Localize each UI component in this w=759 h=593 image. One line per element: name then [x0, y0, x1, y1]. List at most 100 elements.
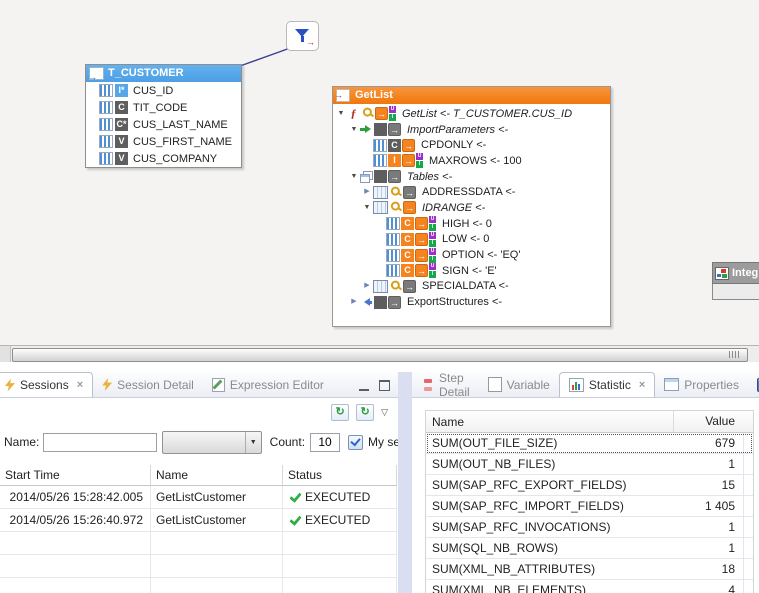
view-tab-step-detail[interactable]: Step Detail: [412, 372, 479, 397]
t-customer-datastore[interactable]: T_CUSTOMER I* CUS_ID C TIT_CODE C* CUS_LAST_N…: [85, 64, 242, 168]
mapping-tree-row[interactable]: ▶ → ADDRESSDATA <-: [333, 184, 610, 200]
statistic-table-header[interactable]: Name Value: [426, 411, 753, 433]
horizontal-scrollbar[interactable]: [0, 345, 759, 362]
stat-row[interactable]: SUM(XML_NB_ELEMENTS) 4: [426, 580, 753, 593]
integration-header[interactable]: Integ: [712, 262, 759, 284]
column-icon: [373, 154, 387, 168]
expander-down-icon[interactable]: ▼: [349, 125, 359, 135]
refresh-icon[interactable]: ↻: [356, 403, 375, 421]
mapping-tree-row[interactable]: ▼C→UISIGN <- 'E': [333, 263, 610, 279]
mapping-tree-row[interactable]: ▶ → ExportStructures <-: [333, 294, 610, 310]
mapping-expression: ADDRESSDATA <-: [422, 186, 516, 199]
mapping-expression: CPDONLY <-: [421, 139, 487, 152]
sessions-tabbar: Sessions × Session Detail Expression Editor: [0, 372, 398, 398]
stat-row[interactable]: SUM(OUT_NB_FILES) 1: [426, 454, 753, 475]
view-tab-clipped[interactable]: [748, 372, 759, 397]
mapping-expression: IDRANGE <-: [422, 201, 486, 214]
integration-node[interactable]: Integ: [712, 262, 759, 300]
mapping-tree-row[interactable]: ▼C→UIOPTION <- 'EQ': [333, 247, 610, 263]
sessions-table-header[interactable]: Start Time Name Status: [0, 465, 397, 486]
t-customer-columns: I* CUS_ID C TIT_CODE C* CUS_LAST_NAME V CUS_FIR…: [86, 82, 241, 167]
expander-right-icon[interactable]: ▶: [362, 187, 372, 197]
mapping-flags-icon: UI: [429, 263, 436, 279]
expander-down-icon[interactable]: ▼: [336, 109, 346, 119]
flag-letter: U: [429, 216, 436, 224]
view-tab-properties[interactable]: Properties: [655, 372, 748, 397]
flag-letter: I: [429, 271, 436, 279]
view-tab-sessions[interactable]: Sessions ×: [0, 372, 94, 397]
steps-icon: [421, 378, 434, 391]
out-arrow-icon: →: [415, 248, 428, 262]
name-filter-label: Name:: [4, 435, 40, 449]
view-tab-statistic[interactable]: Statistic ×: [558, 372, 656, 397]
session-row[interactable]: 2014/05/26 15:26:40.972 GetListCustomer EX…: [0, 509, 397, 532]
mapping-tree-row[interactable]: ▼ → Tables <-: [333, 169, 610, 185]
mapping-tree-row[interactable]: ▼ → IDRANGE <-: [333, 200, 610, 216]
stat-row[interactable]: SUM(SQL_NB_ROWS) 1: [426, 538, 753, 559]
view-tab-variable[interactable]: Variable: [479, 372, 559, 397]
rfc-call-icon: [334, 89, 350, 102]
t-customer-header[interactable]: T_CUSTOMER: [86, 65, 241, 82]
getlist-mapper[interactable]: GetList ▼ƒ→UIGetList <- T_CUSTOMER.CUS_I…: [332, 86, 611, 327]
mapping-expression: ExportStructures <-: [407, 296, 503, 309]
table-column-row[interactable]: C TIT_CODE: [86, 99, 241, 116]
stat-row[interactable]: SUM(XML_NB_ATTRIBUTES) 18: [426, 559, 753, 580]
column-header-name[interactable]: Name: [426, 415, 673, 429]
stat-row[interactable]: SUM(SAP_RFC_INVOCATIONS) 1: [426, 517, 753, 538]
count-input[interactable]: [310, 432, 341, 452]
flag-letter: I: [429, 224, 436, 232]
refresh-clock-icon[interactable]: ↻: [331, 403, 350, 421]
column-header-status[interactable]: Status: [283, 465, 397, 485]
filter-icon: →: [294, 28, 315, 47]
expander-right-icon[interactable]: ▶: [349, 297, 359, 307]
mapping-tree-row[interactable]: ▶ → SPECIALDATA <-: [333, 279, 610, 295]
my-sessions-checkbox[interactable]: [348, 434, 364, 450]
column-header-start-time[interactable]: Start Time: [0, 465, 151, 485]
expander-down-icon[interactable]: ▼: [349, 172, 359, 182]
session-row[interactable]: 2014/05/26 15:28:42.005 GetListCustomer EX…: [0, 486, 397, 509]
maximize-icon[interactable]: [379, 380, 390, 391]
column-header-name[interactable]: Name: [151, 465, 283, 485]
stat-row[interactable]: SUM(SAP_RFC_IMPORT_FIELDS) 1 405: [426, 496, 753, 517]
table-icon: [664, 378, 680, 391]
table-column-row[interactable]: I* CUS_ID: [86, 82, 241, 99]
out-arrow-icon: →: [388, 123, 401, 137]
stat-row[interactable]: SUM(SAP_RFC_EXPORT_FIELDS) 15: [426, 475, 753, 496]
cell-icon: [374, 170, 387, 184]
expander-down-icon[interactable]: ▼: [362, 203, 372, 213]
stat-row[interactable]: SUM(OUT_FILE_SIZE) 679: [426, 433, 753, 454]
name-filter-input[interactable]: [43, 432, 158, 452]
mapping-tree-row[interactable]: ▼ → ImportParameters <-: [333, 122, 610, 138]
stat-value: 15: [721, 478, 735, 492]
table-column-row[interactable]: V CUS_FIRST_NAME: [86, 133, 241, 150]
table-column-row[interactable]: C* CUS_LAST_NAME: [86, 116, 241, 133]
tab-close-icon[interactable]: ×: [77, 379, 83, 391]
lightning-icon: [102, 378, 113, 391]
mapping-tree-row[interactable]: ▼C→UILOW <- 0: [333, 231, 610, 248]
mapping-flags-icon: UI: [429, 247, 436, 263]
column-type-badge: I*: [115, 84, 128, 97]
filter-node[interactable]: →: [286, 21, 319, 51]
stat-value: 1: [728, 520, 735, 534]
mapping-expression: OPTION <- 'EQ': [442, 249, 521, 262]
panel-sash[interactable]: [398, 372, 412, 593]
chevron-down-icon[interactable]: ▼: [244, 431, 261, 453]
column-header-value[interactable]: Value: [673, 411, 743, 432]
stat-value: 4: [728, 583, 735, 593]
scrollbar-thumb[interactable]: [12, 348, 748, 362]
view-menu-icon[interactable]: ▽: [381, 405, 388, 419]
table-column-row[interactable]: V CUS_COMPANY: [86, 150, 241, 167]
mapping-tree-row[interactable]: ▼ ƒ → U I GetList <- T_CUSTOMER.CUS_ID: [333, 106, 610, 122]
tab-close-icon[interactable]: ×: [639, 379, 645, 391]
mapping-tree-row[interactable]: ▼C→CPDONLY <-: [333, 137, 610, 153]
expander-right-icon[interactable]: ▶: [362, 281, 372, 291]
getlist-header[interactable]: GetList: [333, 87, 610, 104]
mapping-canvas[interactable]: → T_CUSTOMER I* CUS_ID C TIT_CODE C* CUS_LAST…: [0, 0, 759, 345]
mapping-tree-row[interactable]: ▼I→UIMAXROWS <- 100: [333, 153, 610, 169]
detail-tabbar: Step Detail Variable Statistic × Properties: [412, 372, 759, 398]
mapping-tree-row[interactable]: ▼C→UIHIGH <- 0: [333, 216, 610, 232]
view-tab-session-detail[interactable]: Session Detail: [93, 372, 203, 397]
filter-combo[interactable]: ▼: [162, 430, 262, 454]
minimize-icon[interactable]: [359, 381, 369, 391]
view-tab-expression-editor[interactable]: Expression Editor: [203, 372, 333, 397]
